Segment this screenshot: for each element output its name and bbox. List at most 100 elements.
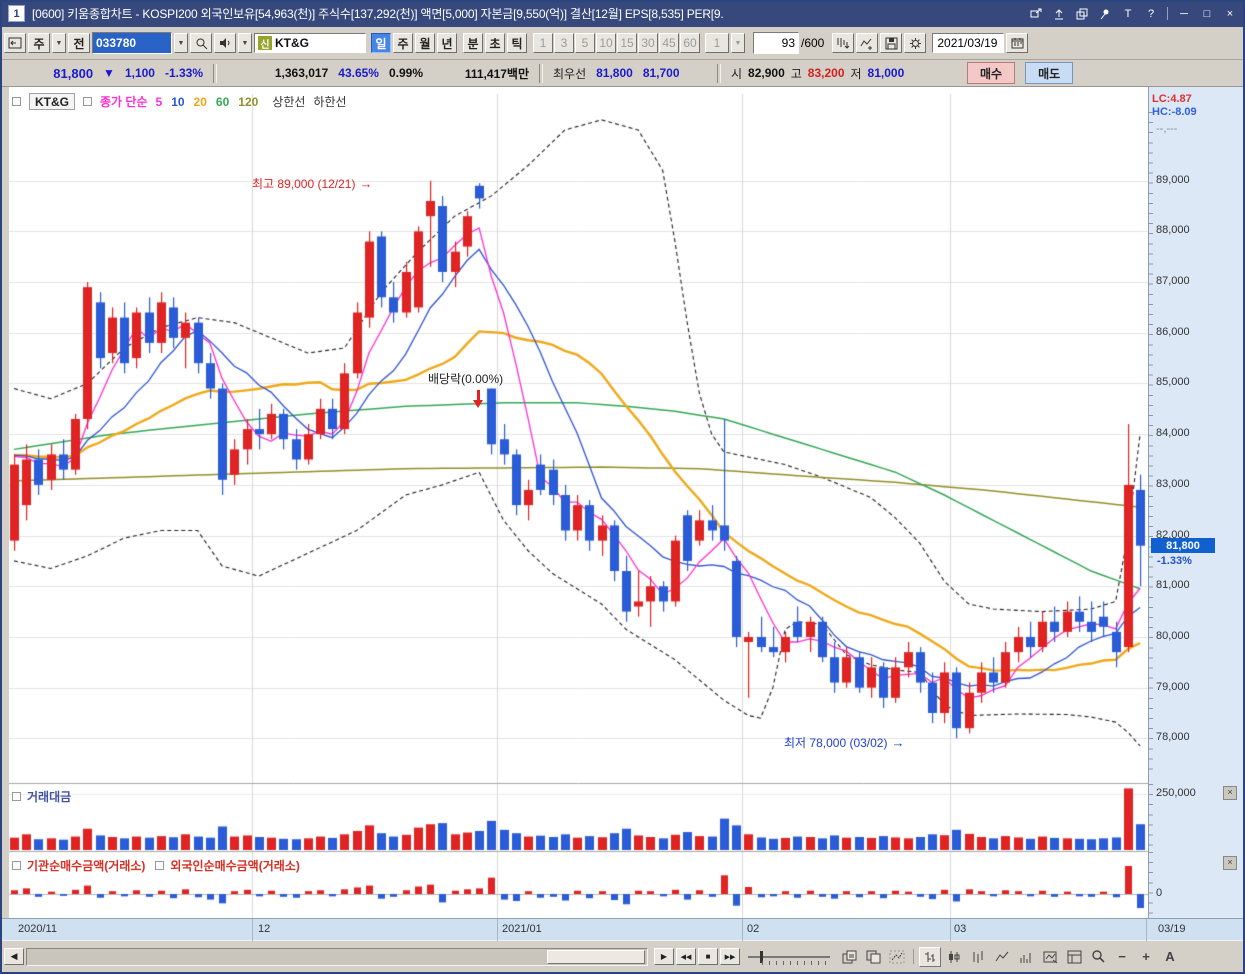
time-axis-divider (742, 919, 743, 941)
forward-button[interactable]: ▶▶ (720, 948, 740, 965)
date-field[interactable]: 2021/03/19 (932, 33, 1005, 53)
price-tick-82000: 82,000 (1156, 528, 1190, 541)
timeframe-button-7[interactable]: 틱 (507, 33, 527, 53)
chart-window-button[interactable] (4, 33, 26, 53)
text-tool-icon[interactable]: T (1121, 7, 1135, 21)
high-annotation: 최고 89,000 (12/21) → (252, 175, 372, 192)
netbuy-panel-close-icon[interactable]: × (1223, 856, 1237, 870)
price-tick-88000: 88,000 (1156, 224, 1190, 237)
minute-button-5[interactable]: 5 (575, 33, 595, 53)
divider (213, 63, 217, 83)
minute-button-45[interactable]: 45 (659, 33, 679, 53)
timeframe-button-1[interactable]: 일 (371, 33, 391, 53)
line-style-icon[interactable] (991, 947, 1013, 967)
time-tick-2021-01: 2021/01 (502, 923, 542, 935)
legend-checkbox[interactable] (155, 861, 165, 870)
timeframe-button-2[interactable]: 주 (393, 33, 413, 53)
zoom-out-button[interactable]: − (1111, 947, 1133, 967)
minute-button-3[interactable]: 3 (554, 33, 574, 53)
time-axis[interactable]: 2020/11 12 2021/01 02 03 03/19 (0, 918, 1245, 941)
timeframe-button-4[interactable]: 년 (437, 33, 457, 53)
new-stock-badge: 신 (258, 36, 272, 51)
hlc-style-icon[interactable] (967, 947, 989, 967)
legend-checkbox[interactable] (12, 97, 21, 106)
volume-style-icon[interactable] (1015, 947, 1037, 967)
legend-checkbox[interactable] (83, 97, 92, 106)
timeframe-button-5[interactable]: 분 (463, 33, 483, 53)
price-tick-84000: 84,000 (1156, 427, 1190, 440)
magnifier-icon[interactable] (1087, 947, 1109, 967)
calendar-icon[interactable] (1006, 33, 1029, 53)
stop-button[interactable]: ■ (698, 948, 718, 965)
help-icon[interactable]: ? (1144, 7, 1158, 21)
volume-group: 1,363,017 43.65% 0.99% (219, 66, 431, 80)
time-axis-divider (1146, 919, 1147, 941)
code-dropdown-arrow[interactable]: ▼ (174, 33, 188, 53)
stock-code-input[interactable] (92, 32, 172, 54)
dashed-trendline-icon[interactable] (886, 947, 908, 967)
legend-ma-5: 5 (155, 94, 163, 109)
close-button[interactable]: × (1223, 7, 1237, 21)
stock-name-field[interactable]: 신 KT&G (254, 33, 366, 53)
legend-checkbox[interactable] (12, 861, 21, 870)
prev-day-button[interactable]: 전 (68, 33, 90, 53)
week-dropdown-arrow[interactable]: ▼ (52, 33, 66, 53)
sell-button[interactable]: 매도 (1025, 62, 1074, 84)
legend-symbol[interactable]: KT&G (29, 93, 75, 110)
indicator-settings-icon[interactable] (1039, 947, 1061, 967)
chart-scrollbar[interactable] (26, 947, 648, 966)
pin-icon[interactable] (1098, 7, 1112, 21)
price-tick-79000: 79,000 (1156, 680, 1190, 693)
tile-windows-icon[interactable] (862, 947, 884, 967)
timeframe-button-6[interactable]: 초 (485, 33, 505, 53)
timeframe-button-3[interactable]: 월 (415, 33, 435, 53)
minute-button-15[interactable]: 15 (617, 33, 637, 53)
bar-count-input[interactable] (753, 32, 799, 54)
speaker-dropdown-arrow[interactable]: ▼ (238, 33, 252, 53)
legend-ma-60: 60 (215, 94, 230, 109)
duplicate-window-icon[interactable] (1075, 7, 1089, 21)
chart-toolbar: 주 ▼ 전 ▼ ▼ 신 KT&G 일주월년분초틱 1351015304560 1… (0, 27, 1245, 60)
cascade-windows-icon[interactable] (838, 947, 860, 967)
volume-axis-tick: 250,000 (1156, 787, 1196, 799)
add-indicator-icon[interactable] (856, 33, 879, 53)
minimize-button[interactable]: ─ (1177, 7, 1191, 21)
scroll-left-button[interactable]: ◀ (4, 948, 24, 965)
volume-panel-label: 거래대금 (27, 790, 72, 804)
lc-label: LC:4.87 (1152, 93, 1192, 105)
price-tick-86000: 86,000 (1156, 325, 1190, 338)
scrollbar-thumb[interactable] (547, 949, 645, 964)
minute-button-60[interactable]: 60 (680, 33, 700, 53)
gear-icon[interactable] (904, 33, 927, 53)
search-icon[interactable] (190, 33, 212, 53)
chart-canvas[interactable] (9, 87, 1148, 918)
minute-button-10[interactable]: 10 (596, 33, 616, 53)
rewind-button[interactable]: ◀◀ (676, 948, 696, 965)
price-axis[interactable]: LC:4.87 HC:-8.09 --,--- 81,800 -1.33% 25… (1148, 87, 1243, 940)
volume-panel-close-icon[interactable]: × (1223, 786, 1237, 800)
window-number-badge: 1 (8, 5, 25, 22)
save-icon[interactable] (880, 33, 903, 53)
trade-value: 111,417백만 (464, 66, 529, 81)
load-more-data-icon[interactable] (832, 33, 855, 53)
always-on-top-icon[interactable] (1052, 7, 1066, 21)
play-button[interactable]: ▶ (654, 948, 674, 965)
zoom-in-button[interactable]: + (1135, 947, 1157, 967)
chart-image-icon[interactable] (1063, 947, 1085, 967)
buy-button[interactable]: 매수 (967, 62, 1016, 84)
divider (717, 63, 721, 83)
inst-netbuy-label: 기관순매수금액(거래소) (27, 859, 146, 873)
candle-style-icon[interactable] (943, 947, 965, 967)
minute-button-30[interactable]: 30 (638, 33, 658, 53)
week-toggle-button[interactable]: 주 (28, 33, 50, 53)
maximize-button[interactable]: □ (1200, 7, 1214, 21)
minute-select[interactable]: 1 (705, 33, 729, 53)
speed-slider[interactable] (748, 948, 830, 966)
popup-window-icon[interactable] (1029, 7, 1043, 21)
legend-checkbox[interactable] (12, 792, 21, 801)
foreign-netbuy-label: 외국인순매수금액(거래소) (170, 859, 300, 873)
speaker-icon[interactable] (214, 33, 236, 53)
minute-button-1[interactable]: 1 (533, 33, 553, 53)
bar-style-icon[interactable] (919, 946, 941, 967)
text-tool-button[interactable]: A (1159, 947, 1181, 967)
